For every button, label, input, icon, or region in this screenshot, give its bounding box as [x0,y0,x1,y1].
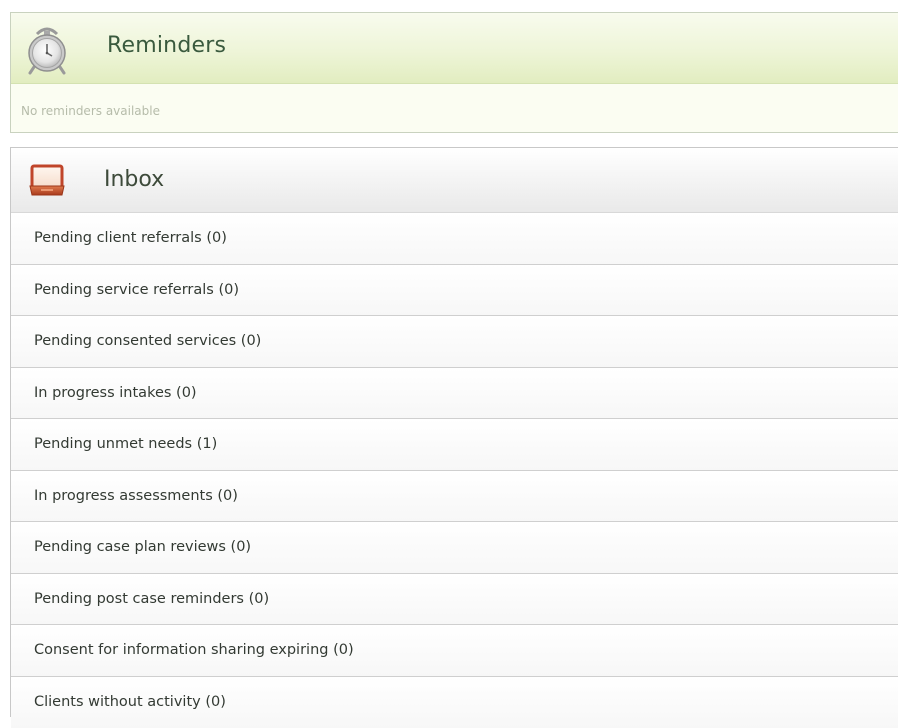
inbox-item-pending-unmet-needs[interactable]: Pending unmet needs (1) [11,419,898,471]
inbox-item-pending-case-plan-reviews[interactable]: Pending case plan reviews (0) [11,522,898,574]
inbox-list: Pending client referrals (0) Pending ser… [11,213,898,728]
inbox-title: Inbox [104,167,164,192]
inbox-item-label: Pending client referrals (0) [34,230,227,246]
inbox-item-clients-without-activity[interactable]: Clients without activity (0) [11,677,898,728]
inbox-item-in-progress-assessments[interactable]: In progress assessments (0) [11,471,898,523]
reminders-title: Reminders [107,33,226,58]
inbox-item-consent-sharing-expiring[interactable]: Consent for information sharing expiring… [11,625,898,677]
inbox-item-label: Pending unmet needs (1) [34,436,217,452]
inbox-item-label: In progress intakes (0) [34,385,197,401]
inbox-item-in-progress-intakes[interactable]: In progress intakes (0) [11,368,898,420]
inbox-item-label: Pending case plan reviews (0) [34,539,251,555]
alarm-clock-icon [25,25,69,75]
inbox-item-label: Consent for information sharing expiring… [34,642,354,658]
inbox-item-label: Clients without activity (0) [34,694,226,710]
inbox-item-pending-post-case-reminders[interactable]: Pending post case reminders (0) [11,574,898,626]
inbox-item-pending-service-referrals[interactable]: Pending service referrals (0) [11,265,898,317]
inbox-header: Inbox [11,148,898,213]
inbox-item-label: Pending post case reminders (0) [34,591,269,607]
reminders-empty-text: No reminders available [21,104,160,118]
inbox-item-label: Pending service referrals (0) [34,282,239,298]
inbox-item-pending-consented-services[interactable]: Pending consented services (0) [11,316,898,368]
inbox-item-label: Pending consented services (0) [34,333,261,349]
reminders-header: Reminders [11,13,898,84]
inbox-panel: Inbox Pending client referrals (0) Pendi… [10,147,898,717]
inbox-item-pending-client-referrals[interactable]: Pending client referrals (0) [11,213,898,265]
inbox-item-label: In progress assessments (0) [34,488,238,504]
inbox-tray-icon [29,163,65,197]
reminders-panel: Reminders No reminders available [10,12,898,133]
